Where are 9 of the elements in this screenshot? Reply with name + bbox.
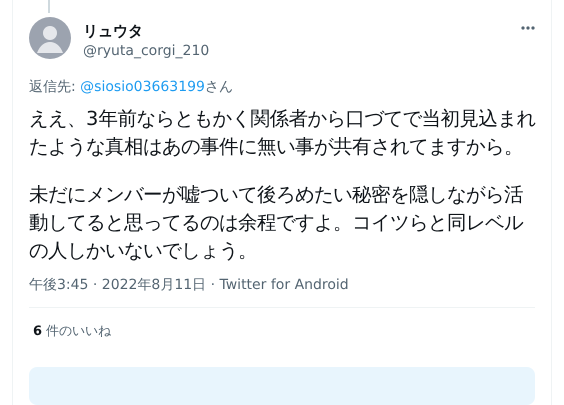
- thread-line: [48, 0, 50, 14]
- tweet-timestamp[interactable]: 午後3:45 · 2022年8月11日 · Twitter for Android: [29, 275, 535, 296]
- tweet-paragraph: ええ、3年前ならともかく関係者から口づてで当初見込まれたような真相はあの事件に無い事が共有されてますから。: [29, 106, 536, 160]
- user-handle[interactable]: @ryuta_corgi_210: [83, 41, 210, 62]
- more-options-icon[interactable]: [521, 26, 535, 30]
- likes-count[interactable]: 6 件のいいね: [33, 322, 535, 342]
- display-name[interactable]: リュウタ: [83, 21, 210, 42]
- tweet-paragraph: 未だにメンバーが嘘ついて後ろめたい秘密を隠しながら活動してると思ってるのは余程ですよ。コイツらと同レベルの人しかいないでしょう。: [29, 182, 524, 264]
- reply-to-line: 返信先: @siosio03663199さん: [29, 78, 234, 98]
